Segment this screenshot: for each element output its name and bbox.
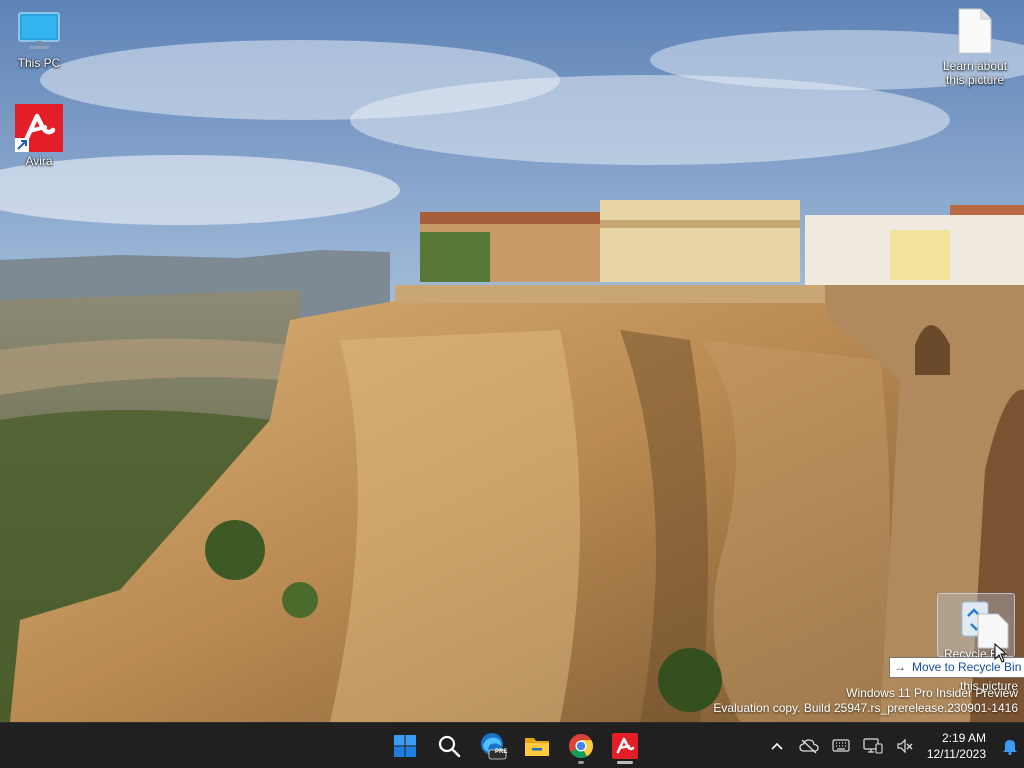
watermark-line-1: Windows 11 Pro Insider Preview [846, 686, 1018, 700]
taskbar-app-chrome[interactable] [562, 727, 600, 765]
desktop-icon-label: Avira [25, 154, 53, 168]
monitor-icon [1, 11, 77, 54]
windows-start-icon [394, 735, 416, 757]
chrome-icon [569, 734, 593, 759]
taskbar-app-edge[interactable]: PRE [474, 727, 512, 765]
desktop-wallpaper [0, 0, 1024, 722]
network-icon [863, 737, 883, 754]
desktop-icon-label: Learn about this picture [942, 59, 1008, 87]
bell-icon [1003, 739, 1017, 755]
watermark-line-2: Evaluation copy. Build 25947.rs_prerelea… [713, 701, 1018, 715]
search-button[interactable] [430, 727, 468, 765]
onedrive-button[interactable] [793, 723, 825, 768]
avira-icon [612, 733, 638, 759]
folder-icon [525, 738, 549, 756]
input-indicator-button[interactable] [825, 723, 857, 768]
volume-muted-icon [897, 738, 913, 753]
clock-time: 2:19 AM [941, 730, 986, 745]
edge-pre-icon [481, 733, 507, 760]
clock-date: 12/11/2023 [926, 746, 986, 761]
taskbar-apps: PRE [386, 727, 644, 765]
keyboard-icon [832, 738, 850, 752]
start-button[interactable] [386, 727, 424, 765]
notification-button[interactable] [996, 723, 1024, 768]
document-icon [937, 8, 1013, 57]
mouse-cursor-icon [994, 643, 1008, 663]
taskbar-clock[interactable]: 2:19 AM 12/11/2023 [921, 730, 996, 762]
chevron-up-icon [771, 742, 783, 750]
running-indicator [617, 761, 633, 764]
edge-pre-badge: PRE [495, 749, 508, 755]
running-indicator [578, 761, 584, 764]
desktop-icon-avira[interactable]: Avira [1, 104, 77, 168]
arrow-right-icon: → [894, 660, 906, 674]
cloud-offline-icon [799, 738, 819, 753]
taskbar-app-avira[interactable] [606, 727, 644, 765]
desktop-icon-this-pc[interactable]: This PC [1, 11, 77, 70]
desktop-icon-label: This PC [17, 56, 61, 70]
avira-icon [15, 104, 63, 152]
system-tray: 2:19 AM 12/11/2023 [761, 723, 1024, 768]
desktop-icon-learn-about-this-picture[interactable]: Learn about this picture [937, 8, 1013, 87]
evaluation-watermark: Windows 11 Pro Insider Preview Evaluatio… [713, 686, 1018, 716]
taskbar-app-file-explorer[interactable] [518, 727, 556, 765]
volume-button[interactable] [889, 723, 921, 768]
network-button[interactable] [857, 723, 889, 768]
taskbar: PRE 2:19 AM 12/11/2023 [0, 722, 1024, 768]
search-icon [438, 735, 461, 758]
show-hidden-icons-button[interactable] [761, 723, 793, 768]
